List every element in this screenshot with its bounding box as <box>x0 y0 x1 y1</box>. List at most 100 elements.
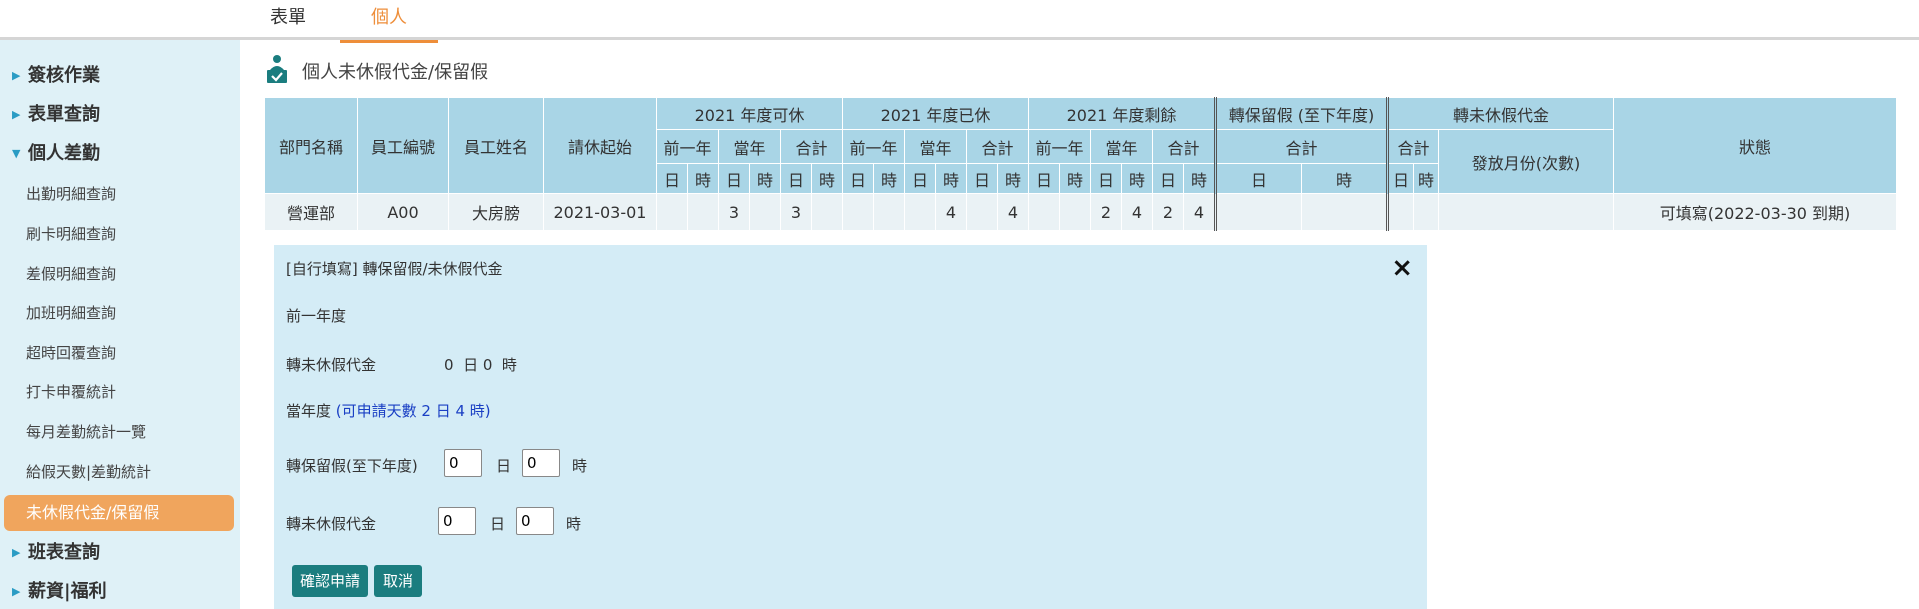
col-status: 狀態 <box>1613 97 1897 194</box>
cell-rem-total-hour: 4 <box>1183 193 1216 231</box>
sub-hour: 時 <box>749 163 781 194</box>
sub-total: 合計 <box>1386 129 1439 164</box>
prev-cash-value: 0 日 0 時 <box>444 356 517 374</box>
sidebar-item-approval[interactable]: ▶ 簽核作業 <box>0 62 268 90</box>
sidebar-subitem-leave-detail[interactable]: 差假明細查詢 <box>0 260 266 288</box>
cash-day-input[interactable] <box>438 507 476 535</box>
top-nav: 表單 個人 <box>0 0 1919 43</box>
unit-hour: 時 <box>572 457 588 475</box>
col-name: 員工姓名 <box>448 97 544 194</box>
sub-day: 日 <box>718 163 750 194</box>
user-check-icon <box>267 55 287 83</box>
sub-day: 日 <box>966 163 998 194</box>
caret-right-icon: ▶ <box>12 108 21 121</box>
sub-day: 日 <box>842 163 874 194</box>
caret-right-icon: ▶ <box>12 546 21 559</box>
sub-hour: 時 <box>1121 163 1153 194</box>
prev-cash-label: 轉未休假代金 <box>286 356 377 374</box>
caret-down-icon: ▼ <box>12 147 21 160</box>
cell-rem-curr-day: 2 <box>1090 193 1122 231</box>
sidebar-item-personal-attendance[interactable]: ▼ 個人差勤 <box>0 140 268 168</box>
curr-year-label: 當年度 <box>286 402 332 420</box>
sub-curr: 當年 <box>718 129 781 164</box>
self-fill-panel: [自行填寫] 轉保留假/未休假代金 × 前一年度 轉未休假代金 0 日 0 時 … <box>274 245 1427 609</box>
sub-day: 日 <box>1090 163 1122 194</box>
sidebar: ▶ 簽核作業 ▶ 表單查詢 ▼ 個人差勤 出勤明細查詢 刷卡明細查詢 差假明細查… <box>0 40 240 609</box>
cell-empty <box>1059 193 1091 231</box>
cell-empty <box>811 193 843 231</box>
cell-empty <box>904 193 936 231</box>
sidebar-item-schedule[interactable]: ▶ 班表查詢 <box>0 539 268 567</box>
sidebar-subitem-punch-appeal[interactable]: 打卡申覆統計 <box>0 378 266 406</box>
page-header: 個人未休假代金/保留假 <box>262 54 662 84</box>
sub-hour: 時 <box>873 163 905 194</box>
cell-empty <box>842 193 874 231</box>
sidebar-item-salary[interactable]: ▶ 薪資|福利 <box>0 578 268 606</box>
sidebar-subitem-overtime-reply[interactable]: 超時回覆查詢 <box>0 339 266 367</box>
curr-available-note: (可申請天數 2 日 4 時) <box>335 402 491 420</box>
sidebar-item-form-query[interactable]: ▶ 表單查詢 <box>0 101 268 129</box>
cell-used-total-hour: 4 <box>997 193 1029 231</box>
confirm-button[interactable]: 確認申請 <box>292 565 368 597</box>
col-remain: 2021 年度剩餘 <box>1028 97 1216 130</box>
cell-empty <box>1214 193 1302 231</box>
cell-empty <box>656 193 688 231</box>
sub-total: 合計 <box>966 129 1029 164</box>
cell-empty <box>1386 193 1414 231</box>
col-cash: 轉未休假代金 <box>1386 97 1614 130</box>
cell-empty <box>966 193 998 231</box>
table-row: 營運部 A00 大房膀 2021-03-01 3 3 4 4 2 4 2 4 可… <box>264 193 1897 231</box>
cell-dept: 營運部 <box>264 193 358 231</box>
sub-hour: 時 <box>1301 163 1388 194</box>
cell-empty <box>1413 193 1439 231</box>
cell-name: 大房膀 <box>448 193 544 231</box>
prev-year-heading: 前一年度 <box>286 307 347 325</box>
cell-avail-curr-day: 3 <box>718 193 750 231</box>
cell-rem-total-day: 2 <box>1152 193 1184 231</box>
col-start: 請休起始 <box>543 97 657 194</box>
col-empno: 員工編號 <box>357 97 449 194</box>
sidebar-subitem-card-detail[interactable]: 刷卡明細查詢 <box>0 220 266 248</box>
reserve-hour-input[interactable] <box>522 449 560 477</box>
sub-total: 合計 <box>1152 129 1216 164</box>
sidebar-subitem-unused-leave[interactable]: 未休假代金/保留假 <box>4 495 234 531</box>
close-icon[interactable]: × <box>1391 255 1413 281</box>
tab-personal[interactable]: 個人 <box>340 0 438 43</box>
sub-hour: 時 <box>1413 163 1439 194</box>
cell-start: 2021-03-01 <box>543 193 657 231</box>
sidebar-item-label: 薪資|福利 <box>28 581 107 602</box>
sidebar-subitem-attendance-detail[interactable]: 出勤明細查詢 <box>0 180 266 208</box>
sub-day: 日 <box>656 163 688 194</box>
sidebar-item-label: 班表查詢 <box>28 542 100 563</box>
tab-form[interactable]: 表單 <box>250 0 326 40</box>
reserve-day-input[interactable] <box>444 449 482 477</box>
sub-curr: 當年 <box>904 129 967 164</box>
sub-prev: 前一年 <box>1028 129 1091 164</box>
sub-month: 發放月份(次數) <box>1438 129 1614 194</box>
sub-prev: 前一年 <box>656 129 719 164</box>
unit-day: 日 <box>496 457 512 475</box>
curr-year-heading: 當年度 (可申請天數 2 日 4 時) <box>286 400 491 421</box>
panel-title: [自行填寫] 轉保留假/未休假代金 <box>286 260 503 278</box>
cell-empty <box>1028 193 1060 231</box>
cell-empty <box>687 193 719 231</box>
sub-hour: 時 <box>997 163 1029 194</box>
sub-day: 日 <box>904 163 936 194</box>
cancel-button[interactable]: 取消 <box>374 565 422 597</box>
sub-total: 合計 <box>1214 129 1388 164</box>
cell-used-curr-hour: 4 <box>935 193 967 231</box>
sub-hour: 時 <box>811 163 843 194</box>
sidebar-subitem-monthly-stats[interactable]: 每月差勤統計一覽 <box>0 418 266 446</box>
cell-empty <box>1438 193 1614 231</box>
sub-hour: 時 <box>687 163 719 194</box>
col-reserve: 轉保留假 (至下年度) <box>1214 97 1388 130</box>
cell-empno: A00 <box>357 193 449 231</box>
sub-day: 日 <box>1152 163 1184 194</box>
sidebar-subitem-leave-days[interactable]: 給假天數|差勤統計 <box>0 458 266 486</box>
unit-day: 日 <box>490 515 506 533</box>
cash-hour-input[interactable] <box>516 507 554 535</box>
sidebar-subitem-overtime-detail[interactable]: 加班明細查詢 <box>0 299 266 327</box>
cell-empty <box>1301 193 1388 231</box>
sidebar-item-label: 個人差勤 <box>28 143 100 164</box>
sub-day: 日 <box>1214 163 1302 194</box>
